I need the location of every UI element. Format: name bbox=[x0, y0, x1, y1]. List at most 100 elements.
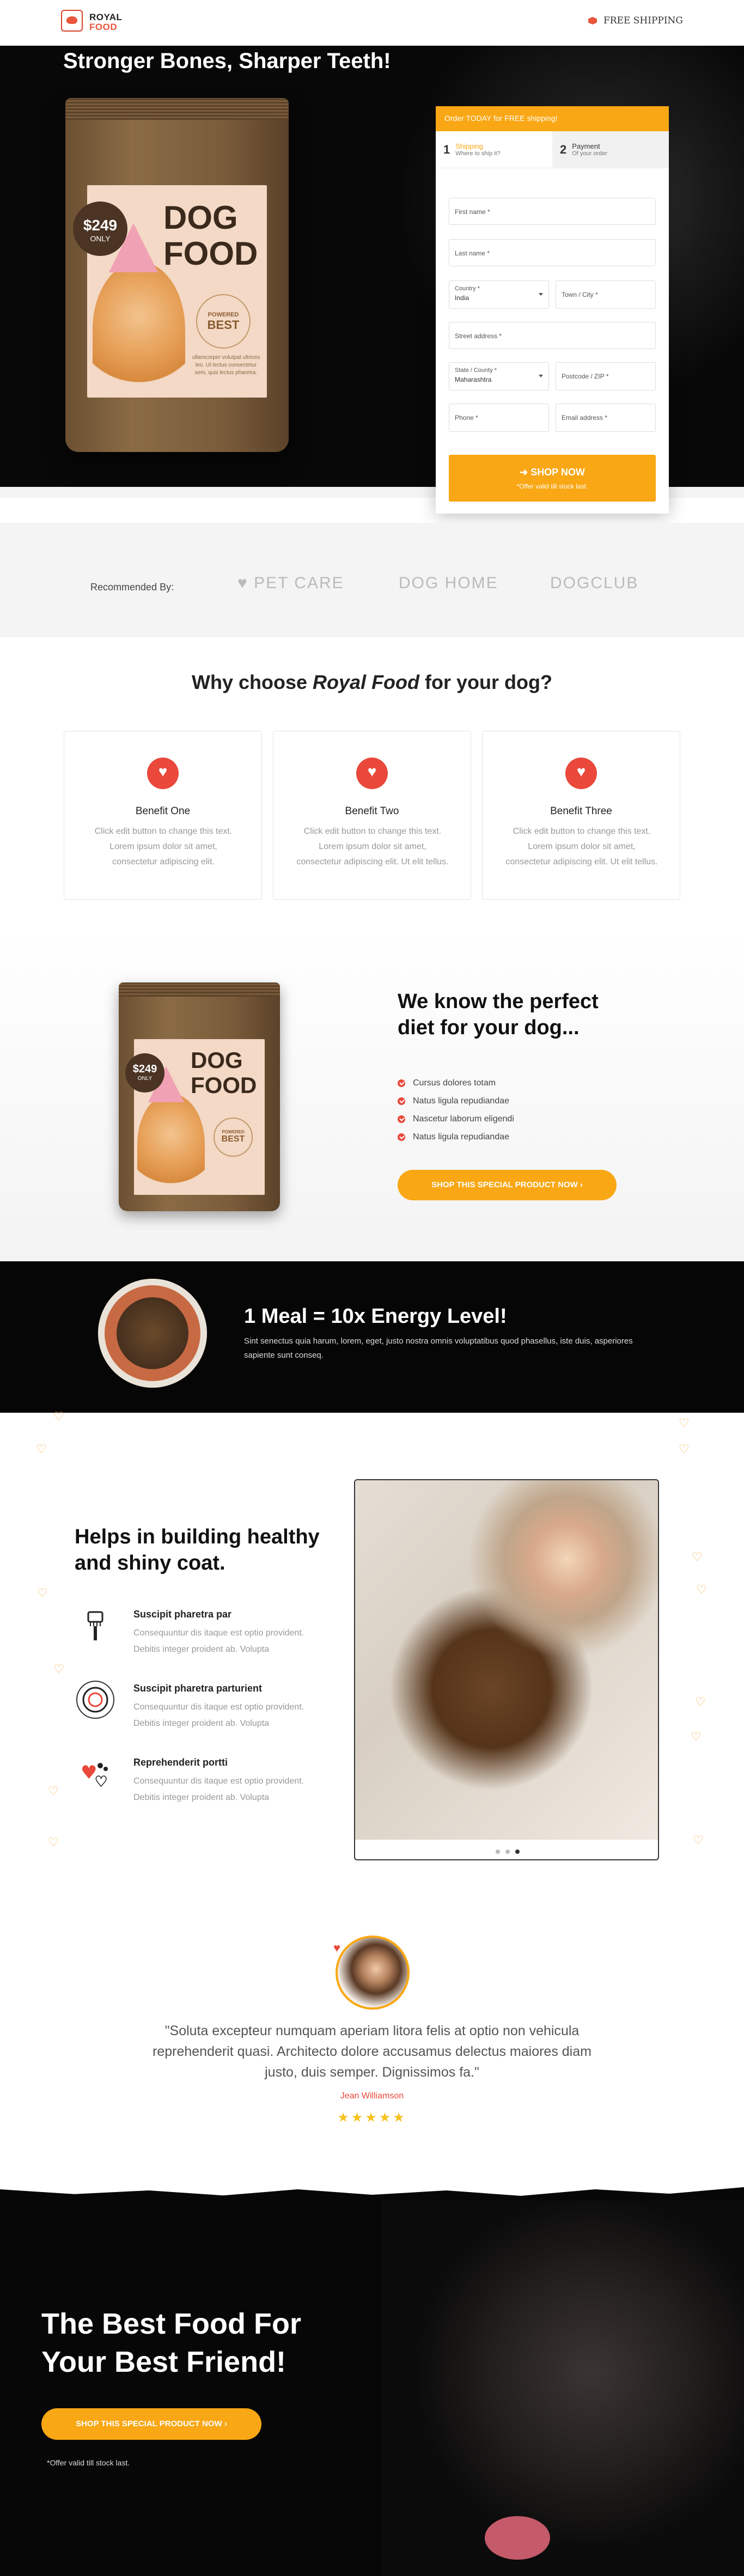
image-carousel[interactable] bbox=[354, 1479, 659, 1860]
seal-line-2: BEST bbox=[221, 1134, 245, 1144]
benefit-description: Click edit button to change this text. L… bbox=[296, 827, 449, 866]
check-list-item: Natus ligula repudiandae bbox=[398, 1132, 509, 1142]
product-bag-image: DOG FOOD POWERED BEST ullamcorper volutp… bbox=[65, 98, 289, 452]
step-number: 2 bbox=[560, 142, 567, 156]
town-placeholder: Town / City * bbox=[562, 291, 598, 298]
check-list-item: Nascetur laborum eligendi bbox=[398, 1114, 514, 1124]
shop-now-note: *Offer valid till stock last. bbox=[516, 483, 588, 490]
town-field[interactable]: Town / City * bbox=[556, 280, 656, 309]
paw-heart-icon: ♥ bbox=[237, 574, 254, 592]
chevron-down-icon bbox=[539, 375, 543, 377]
coat-section-title: Helps in building healthy and shiny coat… bbox=[75, 1525, 320, 1574]
heart-outline-icon: ♡ bbox=[48, 1835, 59, 1849]
final-cta-section: The Best Food For Your Best Friend! SHOP… bbox=[0, 2178, 744, 2576]
state-value: Maharashtra bbox=[455, 376, 492, 383]
heart-outline-icon: ♡ bbox=[696, 1583, 707, 1596]
postcode-field[interactable]: Postcode / ZIP * bbox=[556, 362, 656, 390]
reviewer-name: Jean Williamson bbox=[340, 2091, 404, 2101]
step-shipping[interactable]: 1 Shipping Where to ship it? bbox=[436, 131, 552, 168]
food-bowl-image bbox=[98, 1279, 207, 1388]
seal-line-2: BEST bbox=[207, 318, 240, 332]
paw-heart-icon: ♥ bbox=[333, 1941, 341, 1955]
benefit-card: Benefit Three Click edit button to chang… bbox=[482, 731, 680, 900]
chevron-down-icon bbox=[539, 293, 543, 296]
heart-icon bbox=[565, 758, 597, 789]
pug-background-photo bbox=[381, 2200, 744, 2576]
dropbox-box-icon bbox=[587, 15, 598, 26]
price-note: ONLY bbox=[137, 1076, 153, 1082]
feature-description: Consequuntur dis itaque est optio provid… bbox=[133, 1777, 304, 1802]
site-header: ROYAL FOOD FREE SHIPPING bbox=[0, 0, 744, 46]
product-bag-image-small: DOG FOOD POWERED BEST $249 ONLY bbox=[119, 982, 280, 1211]
last-name-field[interactable]: Last name * bbox=[449, 239, 656, 266]
feature-description: Consequuntur dis itaque est optio provid… bbox=[133, 1628, 304, 1654]
shop-now-label: ➜ SHOP NOW bbox=[520, 467, 585, 478]
offer-note: *Offer valid till stock last. bbox=[47, 2458, 130, 2467]
step-payment[interactable]: 2 Payment Of your order bbox=[552, 131, 669, 168]
puppy-image bbox=[93, 261, 185, 398]
shop-now-button[interactable]: ➜ SHOP NOW *Offer valid till stock last. bbox=[449, 455, 656, 502]
feature-title: Suscipit pharetra par bbox=[133, 1609, 232, 1620]
energy-section: 1 Meal = 10x Energy Level! Sint senectus… bbox=[0, 1261, 744, 1413]
benefit-title: Benefit One bbox=[135, 805, 191, 817]
check-list-item: Cursus dolores totam bbox=[398, 1078, 496, 1088]
price-note: ONLY bbox=[90, 234, 111, 243]
price-badge: $249 ONLY bbox=[73, 202, 127, 256]
why-title-pre: Why choose bbox=[192, 671, 313, 693]
first-name-field[interactable]: First name * bbox=[449, 198, 656, 225]
pet-bowl-icon bbox=[76, 1681, 114, 1719]
seal-line-1: POWERED bbox=[222, 1130, 245, 1134]
recommended-by-section: Recommended By: ♥ PET CARE DOG HOME DOGC… bbox=[0, 523, 744, 637]
heart-outline-icon: ♡ bbox=[679, 1416, 690, 1430]
step-title: Payment bbox=[572, 142, 600, 150]
carousel-dot[interactable] bbox=[505, 1849, 510, 1854]
feature-item: ♥ ♥ Reprehenderit portti Consequuntur dis… bbox=[76, 1755, 327, 1820]
street-placeholder: Street address * bbox=[455, 332, 502, 340]
price-value: $249 bbox=[83, 217, 118, 234]
logo-icon bbox=[61, 10, 83, 32]
benefit-card: Benefit Two Click edit button to change … bbox=[273, 731, 471, 900]
feature-title: Reprehenderit portti bbox=[133, 1757, 228, 1768]
heart-outline-icon: ♡ bbox=[48, 1784, 59, 1798]
email-field[interactable]: Email address * bbox=[556, 404, 656, 432]
pug-tongue bbox=[485, 2516, 550, 2560]
state-label: State / County * bbox=[455, 367, 497, 374]
best-seal: POWERED BEST bbox=[196, 294, 251, 349]
testimonial-quote: "Soluta excepteur numquam aperiam litora… bbox=[153, 2023, 591, 2080]
woman-with-dog-photo bbox=[355, 1480, 658, 1840]
shop-special-product-button[interactable]: SHOP THIS SPECIAL PRODUCT NOW › bbox=[41, 2408, 261, 2440]
benefit-title: Benefit Two bbox=[345, 805, 399, 817]
diet-section: DOG FOOD POWERED BEST $249 ONLY We know … bbox=[0, 926, 744, 1261]
bag-brand-food: FOOD bbox=[163, 235, 258, 272]
brand-logo-dog-home: DOG HOME bbox=[399, 574, 498, 593]
carousel-dot-active[interactable] bbox=[515, 1849, 520, 1854]
heart-outline-icon: ♡ bbox=[679, 1442, 690, 1456]
checkout-steps: 1 Shipping Where to ship it? 2 Payment O… bbox=[436, 131, 669, 168]
bag-seal bbox=[119, 982, 280, 997]
puppy-image bbox=[137, 1094, 205, 1195]
form-banner: Order TODAY for FREE shipping! bbox=[436, 106, 669, 131]
seal-line-1: POWERED bbox=[208, 312, 239, 318]
brush-icon bbox=[76, 1607, 114, 1645]
country-select[interactable]: Country * India bbox=[449, 280, 549, 309]
best-seal: POWERED BEST bbox=[214, 1118, 253, 1157]
brand-logo-dogclub: DOGCLUB bbox=[550, 574, 638, 593]
step-subtitle: Where to ship it? bbox=[455, 150, 501, 157]
phone-field[interactable]: Phone * bbox=[449, 404, 549, 432]
heart-outline-icon: ♡ bbox=[37, 1586, 48, 1600]
star-rating: ★★★★★ bbox=[337, 2110, 407, 2125]
why-title-post: for your dog? bbox=[419, 671, 552, 693]
carousel-dot[interactable] bbox=[496, 1849, 500, 1854]
street-field[interactable]: Street address * bbox=[449, 322, 656, 349]
why-title-brand: Royal Food bbox=[313, 671, 420, 693]
price-value: $249 bbox=[132, 1063, 157, 1075]
heart-outline-icon: ♡ bbox=[693, 1833, 704, 1847]
brand-logo-pet-care: ♥ PET CARE bbox=[237, 574, 344, 593]
torn-edge-divider bbox=[0, 2178, 744, 2196]
logo[interactable]: ROYAL FOOD bbox=[61, 10, 137, 35]
shop-special-product-button[interactable]: SHOP THIS SPECIAL PRODUCT NOW › bbox=[398, 1170, 617, 1200]
first-name-placeholder: First name * bbox=[455, 208, 490, 216]
state-select[interactable]: State / County * Maharashtra bbox=[449, 362, 549, 390]
heart-outline-icon: ♡ bbox=[691, 1730, 702, 1743]
benefit-description: Click edit button to change this text. L… bbox=[505, 827, 658, 866]
